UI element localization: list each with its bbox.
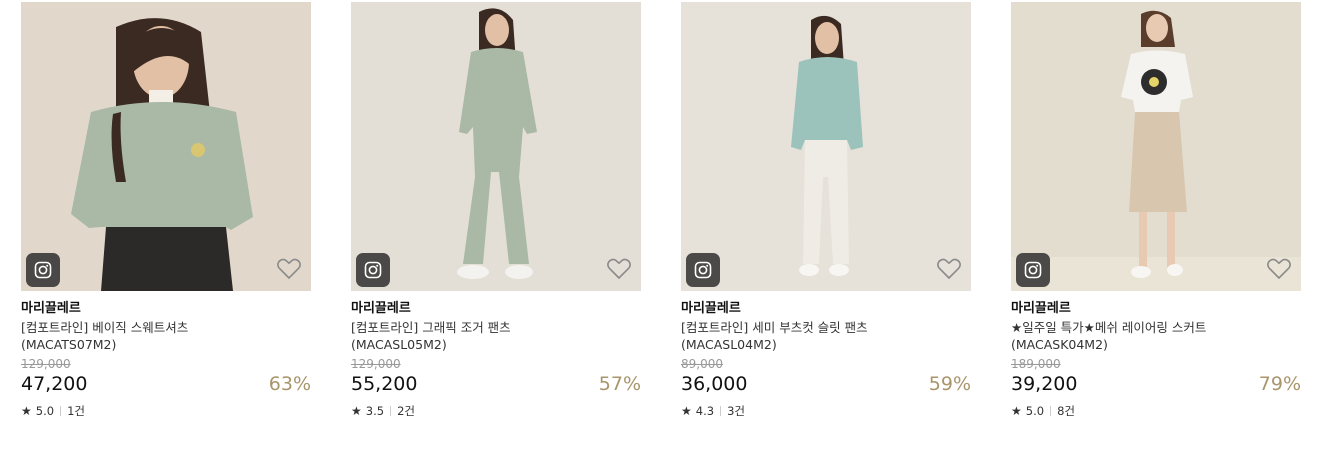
- price-row: 55,200 57%: [351, 372, 641, 396]
- original-price: 89,000: [681, 357, 723, 371]
- instagram-button[interactable]: [356, 253, 390, 287]
- sale-price: 55,200: [351, 373, 418, 395]
- divider: [60, 406, 62, 416]
- original-price: 129,000: [351, 357, 401, 371]
- product-card[interactable]: 마리끌레르 ★일주일 특가★메쉬 레이어링 스커트 (MACASK04M2) 1…: [1011, 2, 1301, 418]
- instagram-button[interactable]: [1016, 253, 1050, 287]
- product-code: (MACASL04M2): [681, 337, 777, 352]
- brand-name[interactable]: 마리끌레르: [21, 300, 311, 317]
- product-name[interactable]: [컴포트라인] 베이직 스웨트셔츠 (MACATS07M2): [21, 319, 311, 353]
- divider: [1050, 406, 1052, 416]
- product-card[interactable]: 마리끌레르 [컴포트라인] 베이직 스웨트셔츠 (MACATS07M2) 129…: [21, 2, 311, 418]
- star-icon: ★: [351, 404, 362, 418]
- price-row: 36,000 59%: [681, 372, 971, 396]
- discount-rate: 57%: [598, 373, 641, 395]
- product-photo: [1011, 2, 1301, 291]
- rating-score: 3.5: [365, 404, 385, 418]
- product-name-line: [컴포트라인] 그래픽 조거 팬츠: [351, 320, 511, 335]
- product-image[interactable]: [351, 2, 641, 291]
- product-card[interactable]: 마리끌레르 [컴포트라인] 그래픽 조거 팬츠 (MACASL05M2) 129…: [351, 2, 641, 418]
- heart-icon[interactable]: [606, 257, 632, 281]
- product-photo: [351, 2, 641, 291]
- review-count[interactable]: 2건: [397, 403, 415, 419]
- rating-score: 5.0: [35, 404, 55, 418]
- heart-icon[interactable]: [1266, 257, 1292, 281]
- product-card[interactable]: 마리끌레르 [컴포트라인] 세미 부츠컷 슬릿 팬츠 (MACASL04M2) …: [681, 2, 971, 418]
- review-count[interactable]: 3건: [727, 403, 745, 419]
- rating-row: ★ 5.0 1건: [21, 404, 311, 418]
- rating-row: ★ 3.5 2건: [351, 404, 641, 418]
- instagram-icon: [1024, 261, 1042, 279]
- product-code: (MACASK04M2): [1011, 337, 1108, 352]
- heart-icon[interactable]: [936, 257, 962, 281]
- product-photo: [681, 2, 971, 291]
- product-name[interactable]: ★일주일 특가★메쉬 레이어링 스커트 (MACASK04M2): [1011, 319, 1301, 353]
- sale-price: 36,000: [681, 373, 748, 395]
- star-icon: ★: [1011, 404, 1022, 418]
- divider: [720, 406, 722, 416]
- brand-name[interactable]: 마리끌레르: [681, 300, 971, 317]
- product-image[interactable]: [21, 2, 311, 291]
- price-row: 39,200 79%: [1011, 372, 1301, 396]
- divider: [390, 406, 392, 416]
- original-price: 129,000: [21, 357, 71, 371]
- product-name-line: ★일주일 특가★메쉬 레이어링 스커트: [1011, 320, 1207, 335]
- product-name[interactable]: [컴포트라인] 세미 부츠컷 슬릿 팬츠 (MACASL04M2): [681, 319, 971, 353]
- rating-score: 5.0: [1025, 404, 1045, 418]
- product-image[interactable]: [681, 2, 971, 291]
- product-name[interactable]: [컴포트라인] 그래픽 조거 팬츠 (MACASL05M2): [351, 319, 641, 353]
- discount-rate: 79%: [1258, 373, 1301, 395]
- product-grid: 마리끌레르 [컴포트라인] 베이직 스웨트셔츠 (MACATS07M2) 129…: [0, 0, 1318, 469]
- heart-icon[interactable]: [276, 257, 302, 281]
- rating-score: 4.3: [695, 404, 715, 418]
- product-name-line: [컴포트라인] 베이직 스웨트셔츠: [21, 320, 189, 335]
- price-row: 47,200 63%: [21, 372, 311, 396]
- sale-price: 47,200: [21, 373, 88, 395]
- instagram-button[interactable]: [26, 253, 60, 287]
- sale-price: 39,200: [1011, 373, 1078, 395]
- brand-name[interactable]: 마리끌레르: [1011, 300, 1301, 317]
- product-code: (MACASL05M2): [351, 337, 447, 352]
- discount-rate: 63%: [268, 373, 311, 395]
- instagram-icon: [34, 261, 52, 279]
- star-icon: ★: [681, 404, 692, 418]
- product-image[interactable]: [1011, 2, 1301, 291]
- discount-rate: 59%: [928, 373, 971, 395]
- review-count[interactable]: 1건: [67, 403, 85, 419]
- original-price: 189,000: [1011, 357, 1061, 371]
- instagram-icon: [364, 261, 382, 279]
- rating-row: ★ 4.3 3건: [681, 404, 971, 418]
- product-code: (MACATS07M2): [21, 337, 117, 352]
- product-photo: [21, 2, 311, 291]
- rating-row: ★ 5.0 8건: [1011, 404, 1301, 418]
- instagram-button[interactable]: [686, 253, 720, 287]
- product-name-line: [컴포트라인] 세미 부츠컷 슬릿 팬츠: [681, 320, 868, 335]
- review-count[interactable]: 8건: [1057, 403, 1075, 419]
- instagram-icon: [694, 261, 712, 279]
- brand-name[interactable]: 마리끌레르: [351, 300, 641, 317]
- star-icon: ★: [21, 404, 32, 418]
